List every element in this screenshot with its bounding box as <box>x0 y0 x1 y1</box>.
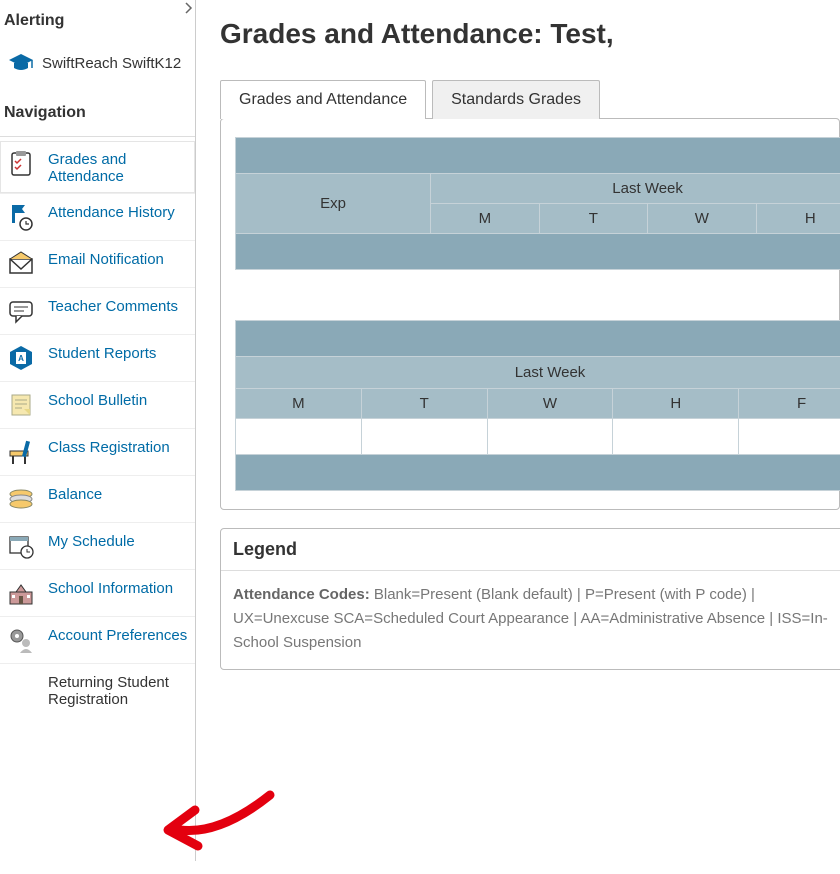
hex-doc-icon: A <box>6 343 36 373</box>
sidebar-item-swiftreach[interactable]: SwiftReach SwiftK12 <box>0 40 195 86</box>
coins-icon <box>6 484 36 514</box>
col-day: M <box>431 204 539 234</box>
sidebar-item-label: Account Preferences <box>48 625 187 644</box>
sidebar-item-label: Email Notification <box>48 249 164 268</box>
clipboard-check-icon <box>6 149 36 179</box>
tabs: Grades and Attendance Standards Grades <box>220 80 840 119</box>
col-day: M <box>236 389 362 419</box>
blank-icon <box>6 672 36 702</box>
col-day: T <box>361 389 487 419</box>
sidebar-item-school-information[interactable]: School Information <box>0 569 195 616</box>
legend-title: Legend <box>221 529 840 571</box>
speech-bubble-icon <box>6 296 36 326</box>
legend-panel: Legend Attendance Codes: Blank=Present (… <box>220 528 840 670</box>
sidebar-item-grades-attendance[interactable]: Grades and Attendance <box>0 141 195 193</box>
sidebar-item-label: Student Reports <box>48 343 156 362</box>
sidebar-item-email-notification[interactable]: Email Notification <box>0 240 195 287</box>
attendance-panel: Exp Last Week M T W H Last Week M T W <box>220 118 840 510</box>
sidebar-item-label: School Bulletin <box>48 390 147 409</box>
navigation-header: Navigation <box>0 86 195 132</box>
legend-label: Attendance Codes: <box>233 586 370 603</box>
sidebar-item-label: Grades and Attendance <box>48 149 189 185</box>
alerting-header: Alerting <box>0 8 195 40</box>
tab-grades-attendance[interactable]: Grades and Attendance <box>220 80 426 119</box>
col-day: T <box>539 204 647 234</box>
sidebar: Alerting SwiftReach SwiftK12 Navigation … <box>0 0 196 861</box>
note-icon <box>6 390 36 420</box>
sidebar-item-balance[interactable]: Balance <box>0 475 195 522</box>
attendance-table-1: Exp Last Week M T W H <box>235 137 840 270</box>
sidebar-item-label: SwiftReach SwiftK12 <box>42 55 181 72</box>
col-day: F <box>739 389 840 419</box>
flag-clock-icon <box>6 202 36 232</box>
col-day: W <box>648 204 756 234</box>
sidebar-item-label: Balance <box>48 484 102 503</box>
sidebar-item-teacher-comments[interactable]: Teacher Comments <box>0 287 195 334</box>
col-day: H <box>613 389 739 419</box>
sidebar-item-label: Returning Student Registration <box>48 672 189 708</box>
sidebar-item-label: Attendance History <box>48 202 175 221</box>
graduation-cap-icon <box>6 48 36 78</box>
col-exp: Exp <box>236 174 431 234</box>
sidebar-item-my-schedule[interactable]: My Schedule <box>0 522 195 569</box>
sidebar-item-label: My Schedule <box>48 531 135 550</box>
sidebar-item-label: Teacher Comments <box>48 296 178 315</box>
sidebar-item-student-reports[interactable]: A Student Reports <box>0 334 195 381</box>
school-building-icon <box>6 578 36 608</box>
sidebar-item-school-bulletin[interactable]: School Bulletin <box>0 381 195 428</box>
desk-pencil-icon <box>6 437 36 467</box>
main-content: Grades and Attendance: Test, Grades and … <box>196 0 840 861</box>
table-row <box>236 419 840 455</box>
nav-list: Grades and Attendance Attendance History… <box>0 141 195 716</box>
col-day: H <box>756 204 840 234</box>
attendance-table-2: Last Week M T W H F <box>235 320 840 491</box>
legend-text: Attendance Codes: Blank=Present (Blank d… <box>221 571 840 655</box>
sidebar-item-account-preferences[interactable]: Account Preferences <box>0 616 195 663</box>
sidebar-item-attendance-history[interactable]: Attendance History <box>0 193 195 240</box>
sidebar-item-label: School Information <box>48 578 173 597</box>
col-group-last-week: Last Week <box>431 174 840 204</box>
col-group-last-week: Last Week <box>236 357 840 389</box>
collapse-icon[interactable] <box>181 0 197 16</box>
col-day: W <box>487 389 613 419</box>
sidebar-item-returning-student-registration[interactable]: Returning Student Registration <box>0 663 195 716</box>
page-title: Grades and Attendance: Test, <box>220 4 840 80</box>
tab-standards-grades[interactable]: Standards Grades <box>432 80 600 119</box>
calendar-clock-icon <box>6 531 36 561</box>
svg-text:A: A <box>18 354 24 363</box>
sidebar-item-label: Class Registration <box>48 437 170 456</box>
sidebar-item-class-registration[interactable]: Class Registration <box>0 428 195 475</box>
gear-people-icon <box>6 625 36 655</box>
envelope-icon <box>6 249 36 279</box>
